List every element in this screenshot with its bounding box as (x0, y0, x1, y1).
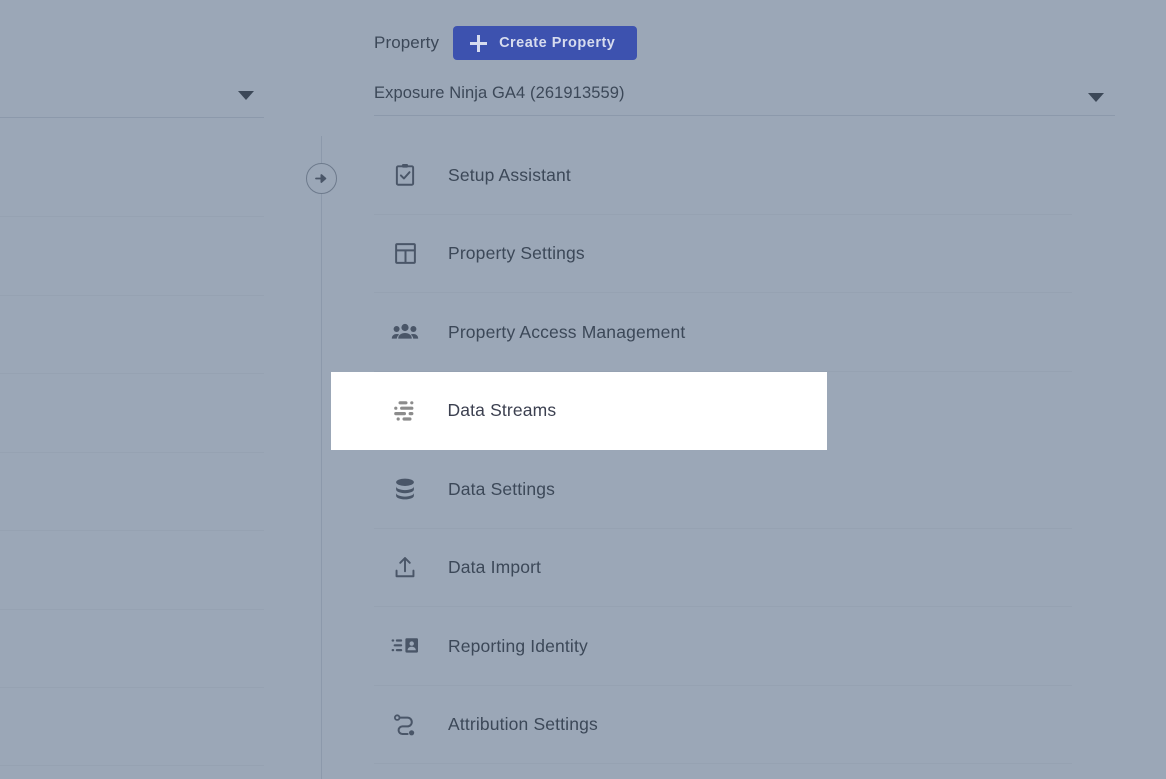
menu-item-label: Reporting Identity (448, 636, 588, 657)
layout-panel-icon (391, 240, 419, 268)
divider (0, 765, 264, 766)
divider (0, 609, 264, 610)
attribution-path-icon (391, 711, 419, 739)
menu-item-property-access-management[interactable]: Property Access Management (331, 293, 1166, 372)
property-header-label: Property (374, 33, 439, 53)
data-streams-icon (391, 397, 419, 425)
create-property-button[interactable]: Create Property (453, 26, 637, 60)
chevron-down-icon[interactable] (238, 91, 254, 100)
menu-item-label: Property Settings (448, 243, 585, 264)
menu-item-label: Data Streams (448, 400, 557, 421)
menu-item-label: Attribution Settings (448, 714, 598, 735)
menu-item-label: Property Access Management (448, 322, 685, 343)
divider (0, 687, 264, 688)
divider (0, 452, 264, 453)
reporting-identity-icon (391, 632, 419, 660)
divider (0, 530, 264, 531)
property-selector-value: Exposure Ninja GA4 (261913559) (374, 84, 625, 103)
people-group-icon (391, 318, 419, 346)
menu-item-property-settings[interactable]: Property Settings (331, 215, 1166, 294)
menu-item-reporting-identity[interactable]: Reporting Identity (331, 607, 1166, 686)
clipboard-check-icon (391, 161, 419, 189)
create-property-button-label: Create Property (499, 35, 615, 51)
property-selector-underline (374, 115, 1115, 116)
plus-icon (470, 35, 487, 52)
menu-item-attribution-settings[interactable]: Attribution Settings (331, 686, 1166, 765)
property-panel: Property Create Property Exposure Ninja … (331, 0, 1166, 779)
menu-item-data-streams[interactable]: Data Streams (331, 372, 827, 451)
upload-icon (391, 554, 419, 582)
account-panel (0, 0, 265, 779)
panel-divider (321, 136, 322, 779)
menu-item-data-import[interactable]: Data Import (331, 529, 1166, 608)
menu-item-data-settings[interactable]: Data Settings (331, 450, 1166, 529)
account-select-underline (0, 117, 264, 118)
property-selector[interactable]: Exposure Ninja GA4 (261913559) (374, 84, 1115, 118)
property-menu: Setup Assistant Property Settings (331, 136, 1166, 764)
menu-item-label: Setup Assistant (448, 165, 571, 186)
menu-item-setup-assistant[interactable]: Setup Assistant (331, 136, 1166, 215)
property-header: Property Create Property (374, 26, 637, 60)
menu-item-label: Data Settings (448, 479, 555, 500)
menu-item-label: Data Import (448, 557, 541, 578)
divider (0, 373, 264, 374)
divider (374, 763, 1072, 764)
divider (0, 216, 264, 217)
database-icon (391, 475, 419, 503)
divider (0, 295, 264, 296)
chevron-down-icon[interactable] (1088, 93, 1104, 102)
